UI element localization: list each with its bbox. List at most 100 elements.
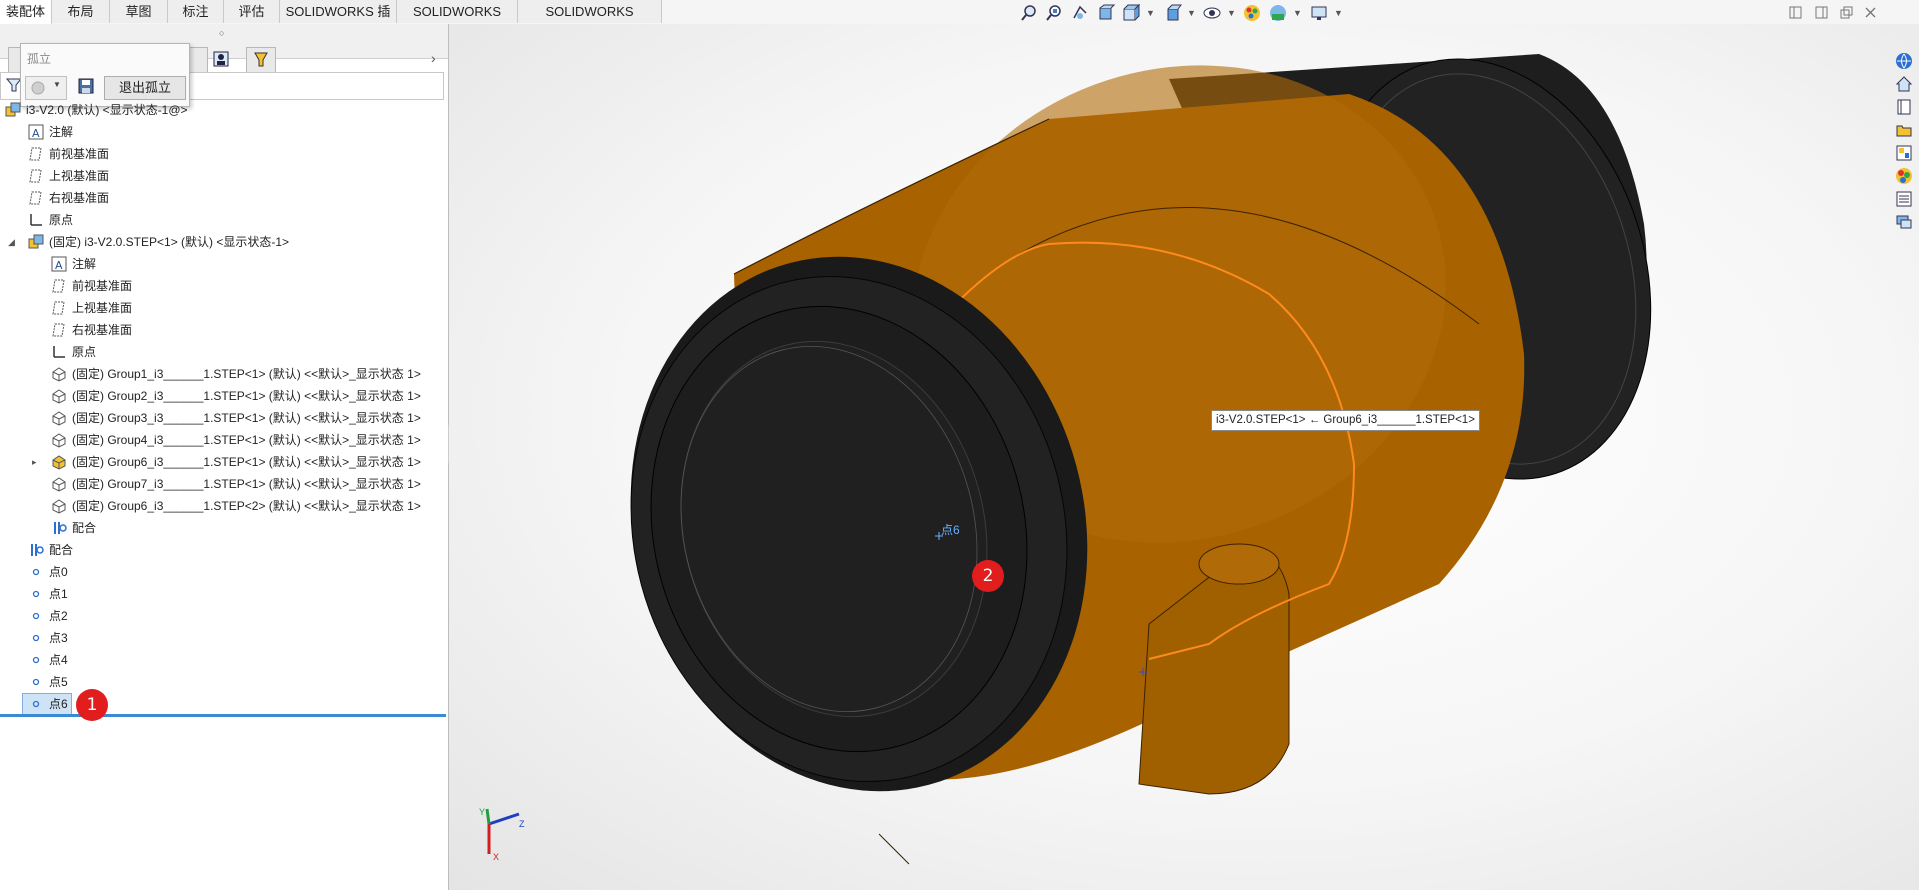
tree-item-label: 注解	[49, 125, 74, 139]
chevron-down-icon: ▼	[53, 80, 61, 89]
mate-tooltip: i3-V2.0.STEP<1> ← Group6_i3______1.STEP<…	[1211, 410, 1480, 431]
chevron-down-icon[interactable]: ▼	[1227, 8, 1236, 18]
view-palette-icon[interactable]	[1895, 144, 1913, 162]
isolate-display-icon	[31, 81, 45, 95]
zoom-to-fit-icon[interactable]	[1020, 4, 1038, 22]
tab-layout[interactable]: 布局	[52, 0, 110, 23]
display-manager-icon[interactable]	[252, 50, 270, 68]
point-icon	[32, 568, 40, 576]
command-manager-tabs: 装配体 布局 草图 标注 评估 SOLIDWORKS 插件 SOLIDWORKS…	[0, 0, 1919, 42]
part-icon	[52, 411, 66, 426]
part-icon	[52, 389, 66, 404]
point-icon	[32, 700, 40, 708]
isolate-popup-title: 孤立	[27, 52, 52, 66]
tree-root-label: i3-V2.0 (默认) <显示状态-1@>	[26, 103, 188, 117]
mates-icon	[31, 544, 44, 556]
plane-icon	[52, 323, 65, 337]
tree-item-label: 点1	[49, 587, 68, 601]
chevron-down-icon[interactable]: ▼	[1334, 8, 1343, 18]
svg-text:A: A	[55, 259, 63, 272]
expand-icon[interactable]: ▸	[32, 457, 37, 468]
point-icon	[32, 612, 40, 620]
tab-markup[interactable]: 标注	[168, 0, 224, 23]
solidworks-resources-icon[interactable]	[1895, 52, 1913, 70]
tab-evaluate[interactable]: 评估	[224, 0, 280, 23]
tree-item-label: 前视基准面	[49, 147, 110, 161]
restore-pane-icon[interactable]	[1814, 5, 1829, 20]
isolate-display-dropdown[interactable]: ▼	[25, 76, 67, 100]
tree-item-label: 上视基准面	[49, 169, 110, 183]
expand-collapse-icon[interactable]: ◢	[8, 237, 15, 248]
axis-z-label: Z	[519, 819, 525, 829]
tree-item-label: (固定) Group6_i3______1.STEP<2> (默认) <<默认>…	[72, 499, 421, 513]
section-view-icon[interactable]	[1097, 4, 1115, 22]
step-badge-1: 1	[76, 689, 108, 721]
tree-item-label: 点3	[49, 631, 68, 645]
tab-solidworks-inspection[interactable]: SOLIDWORKS Inspection	[518, 0, 662, 42]
tree-item-label: 点0	[49, 565, 68, 579]
display-style-icon[interactable]	[1165, 4, 1183, 22]
apply-scene-icon[interactable]	[1269, 4, 1287, 22]
annotations-icon: A	[51, 256, 67, 272]
tree-item-label: 配合	[49, 543, 74, 557]
plane-icon	[29, 169, 42, 183]
part-icon	[52, 499, 66, 514]
tree-item-label: (固定) Group1_i3______1.STEP<1> (默认) <<默认>…	[72, 367, 421, 381]
tab-assembly[interactable]: 装配体	[0, 0, 52, 25]
isolate-popup: 孤立 ▼ 退出孤立	[20, 43, 190, 107]
close-icon[interactable]	[1863, 5, 1878, 20]
hide-show-items-icon[interactable]	[1203, 4, 1221, 22]
tree-item-label: 点5	[49, 675, 68, 689]
previous-view-icon[interactable]	[1071, 4, 1089, 22]
custom-properties-icon[interactable]	[1895, 190, 1913, 208]
part-icon	[52, 367, 66, 382]
tab-solidworks-addins[interactable]: SOLIDWORKS 插件	[280, 0, 397, 42]
tree-item-label: 点6	[49, 697, 68, 711]
home-icon[interactable]	[1895, 75, 1913, 93]
chevron-down-icon[interactable]: ▼	[1187, 8, 1196, 18]
dimxpert-icon[interactable]	[212, 50, 230, 68]
edit-appearance-icon[interactable]	[1243, 4, 1261, 22]
restore-pane-icon[interactable]	[1788, 5, 1803, 20]
axis-y-label: Y	[479, 807, 485, 817]
point-icon	[32, 656, 40, 664]
design-library-icon[interactable]	[1895, 98, 1913, 116]
maximize-icon[interactable]	[1839, 5, 1854, 20]
mates-icon	[54, 522, 67, 534]
svg-text:A: A	[32, 127, 40, 140]
tree-item-label: 上视基准面	[72, 301, 133, 315]
appearances-icon[interactable]	[1895, 167, 1913, 185]
part-icon	[52, 477, 66, 492]
tab-solidworks-cam[interactable]: SOLIDWORKS CAM	[397, 0, 518, 42]
tab-sketch[interactable]: 草图	[110, 0, 168, 23]
tree-item-label: (固定) Group2_i3______1.STEP<1> (默认) <<默认>…	[72, 389, 421, 403]
3d-model[interactable]: 点6 Y Z X	[449, 24, 1919, 890]
assembly-icon	[28, 234, 44, 249]
forum-icon[interactable]	[1895, 213, 1913, 231]
zoom-to-area-icon[interactable]	[1045, 4, 1063, 22]
plane-icon	[29, 147, 42, 161]
graphics-area[interactable]: 点6 Y Z X	[449, 24, 1919, 890]
tree-item-label: 配合	[72, 521, 97, 535]
save-icon[interactable]	[77, 77, 95, 95]
chevron-down-icon[interactable]: ▼	[1146, 8, 1155, 18]
chevron-down-icon[interactable]: ▼	[1293, 8, 1302, 18]
tree-item-label: 点2	[49, 609, 68, 623]
panel-tabs-next-icon[interactable]: ›	[431, 50, 436, 66]
tree-item-label: 原点	[49, 213, 74, 227]
exit-isolate-button[interactable]: 退出孤立	[104, 76, 186, 100]
coordinate-triad: Y Z X	[479, 807, 525, 862]
step-badge-2: 2	[972, 560, 1004, 592]
point6-label: 点6	[941, 523, 960, 537]
origin-icon	[30, 214, 42, 226]
tree-item-label: (固定) Group7_i3______1.STEP<1> (默认) <<默认>…	[72, 477, 421, 491]
file-explorer-icon[interactable]	[1895, 121, 1913, 139]
view-settings-icon[interactable]	[1310, 4, 1328, 22]
plane-icon	[29, 191, 42, 205]
tree-item-label: 前视基准面	[72, 279, 133, 293]
tree-item-label: (固定) Group6_i3______1.STEP<1> (默认) <<默认>…	[72, 455, 421, 469]
point-icon	[32, 634, 40, 642]
tree-item-label: 注解	[72, 257, 97, 271]
tree-item-label: 右视基准面	[49, 191, 110, 205]
view-orientation-icon[interactable]	[1122, 4, 1140, 22]
